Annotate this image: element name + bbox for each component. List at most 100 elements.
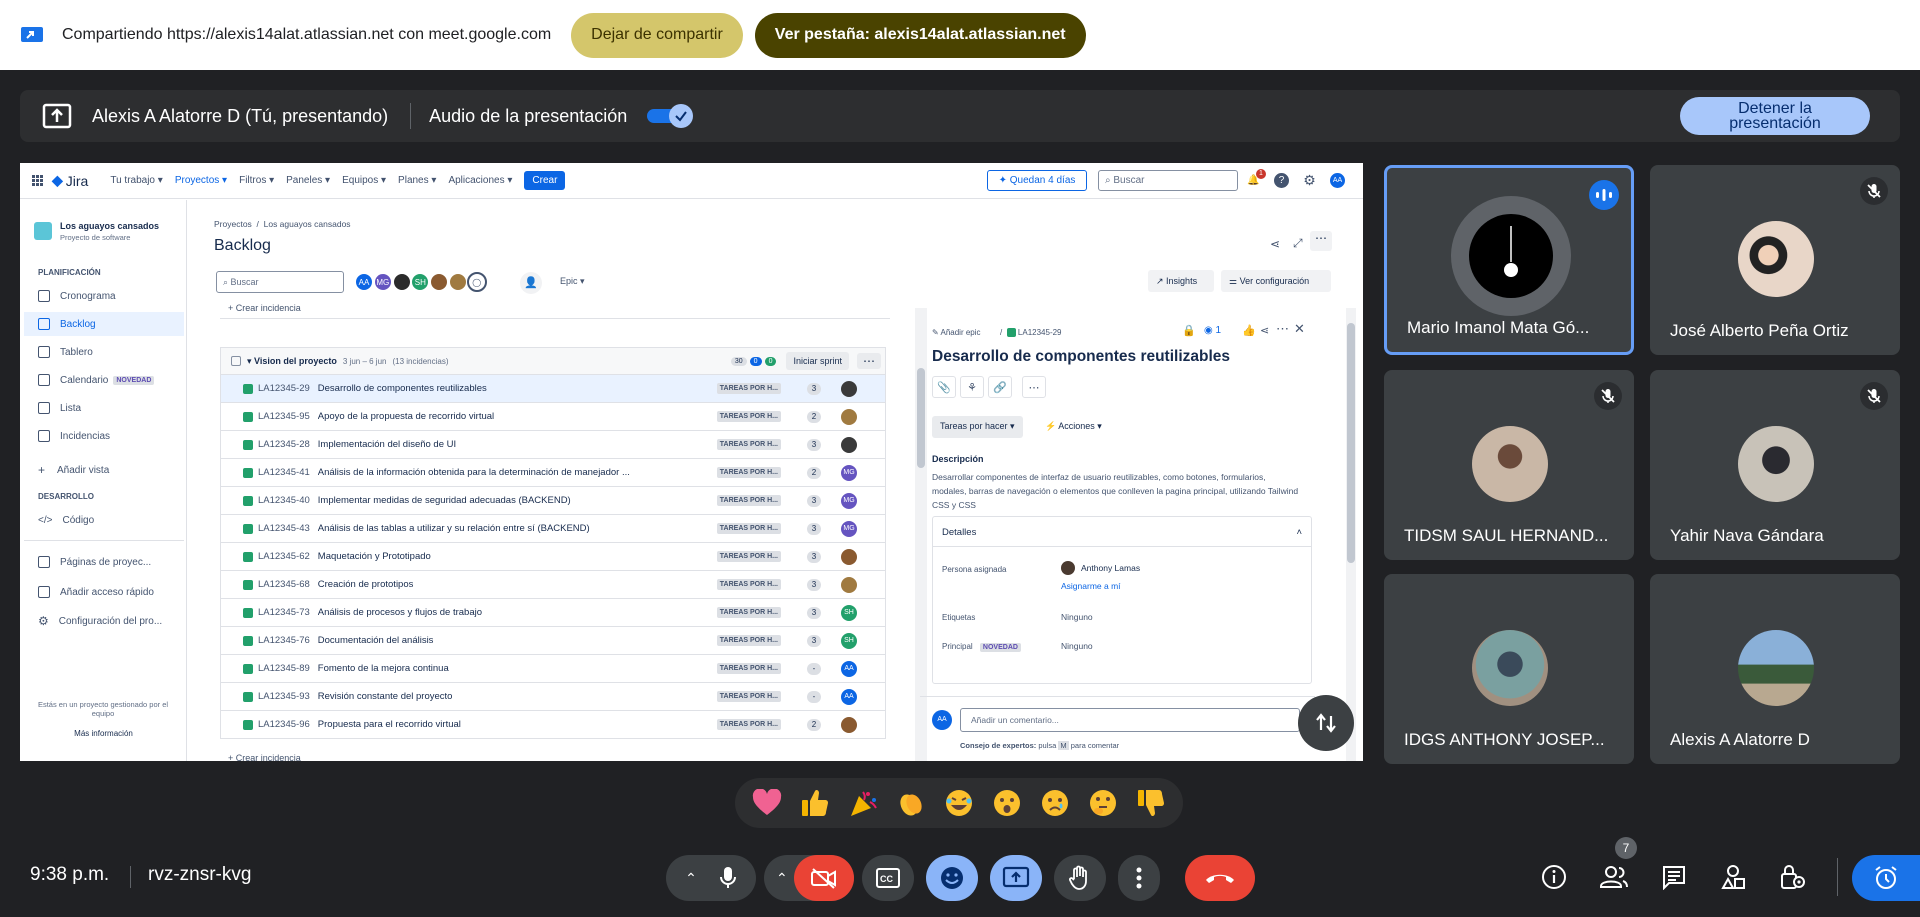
more-info-link[interactable]: Más información [20,729,187,738]
start-sprint-button[interactable]: Iniciar sprint [786,352,849,370]
app-switcher-icon[interactable] [32,174,44,187]
share-icon[interactable]: ⋖ [1260,324,1269,337]
raise-hand-button[interactable] [1054,855,1106,901]
fullscreen-icon[interactable]: ⤢ [1293,236,1303,251]
present-button[interactable] [990,855,1042,901]
issue-key[interactable]: LA12345-96 [258,719,310,730]
leave-call-button[interactable] [1185,855,1255,901]
assignee-avatar[interactable]: MG [841,464,857,481]
issue-key[interactable]: LA12345-89 [258,663,310,674]
issue-key[interactable]: LA12345-28 [258,439,310,450]
assignee-avatar[interactable] [841,408,857,425]
sidebar-item-tablero[interactable]: Tablero [38,340,188,364]
sidebar-item-lista[interactable]: Lista [38,396,188,420]
camera-control[interactable]: ⌃ [764,855,854,901]
issue-summary[interactable]: Documentación del análisis [318,635,717,646]
share-icon[interactable]: ⋖ [1270,237,1280,251]
view-settings-button[interactable]: ⚌ Ver configuración [1221,270,1331,292]
sidebar-item-project-settings[interactable]: ⚙ Configuración del pro... [38,609,188,633]
issue-title[interactable]: Desarrollo de componentes reutilizables [932,348,1230,366]
status-badge[interactable]: TAREAS POR H... [716,495,781,506]
sidebar-item-project-pages[interactable]: Páginas de proyec... [38,550,188,574]
gear-icon[interactable]: ⚙ [1302,172,1317,188]
more-icon[interactable]: ⋯ [1022,376,1046,398]
story-points[interactable]: 3 [807,438,821,451]
table-row[interactable]: LA12345-73 Análisis de procesos y flujos … [220,599,886,627]
issue-summary[interactable]: Desarrollo de componentes reutilizables [318,383,717,394]
details-header[interactable]: Detalles ˄ [933,517,1311,547]
participant-tile-4[interactable]: Yahir Nava Gándara [1650,370,1900,560]
view-tab-button[interactable]: Ver pestaña: alexis14alat.atlassian.net [754,12,1086,58]
chevron-up-icon[interactable]: ⌃ [776,870,788,887]
sidebar-item-backlog[interactable]: Backlog [24,312,184,336]
assignee-avatar[interactable] [841,380,857,397]
issue-key[interactable]: LA12345-76 [258,635,310,646]
story-points[interactable]: 3 [807,494,821,507]
status-badge[interactable]: TAREAS POR H... [716,579,781,590]
labels-value[interactable]: Ninguno [1061,612,1093,622]
help-icon[interactable]: ? [1274,173,1289,188]
timer-button[interactable] [1852,855,1920,901]
reactions-button[interactable] [926,855,978,901]
avatar[interactable] [429,272,450,292]
avatar[interactable]: MG [372,272,393,292]
issue-summary[interactable]: Creación de prototipos [318,579,717,590]
attach-icon[interactable]: 📎 [932,376,956,398]
story-points[interactable]: 3 [807,550,821,563]
status-badge[interactable]: TAREAS POR H... [716,691,781,702]
trial-button[interactable]: ✦ Quedan 4 días [987,170,1087,191]
watch-icon[interactable]: ◉ 1 [1204,325,1221,336]
avatar[interactable]: ◯ [466,272,487,292]
reaction-thumbs-down[interactable] [1133,785,1169,821]
issue-summary[interactable]: Análisis de la información obtenida para… [318,467,717,478]
nav-proyectos[interactable]: Proyectos ▾ [175,175,227,186]
actions-dropdown[interactable]: ⚡ Acciones ▾ [1045,421,1102,432]
sidebar-item-cronograma[interactable]: Cronograma [38,284,188,308]
create-button[interactable]: Crear [524,171,566,190]
participant-tile-3[interactable]: TIDSM SAUL HERNAND... [1384,370,1634,560]
swap-view-button[interactable] [1298,695,1354,751]
assign-to-me-link[interactable]: Asignarme a mí [1061,581,1121,591]
assignee-avatar[interactable]: SH [841,604,857,621]
assignee-avatar[interactable] [841,436,857,453]
assignee-avatar[interactable] [841,576,857,593]
issue-key[interactable]: LA12345-40 [258,495,310,506]
nav-filtros[interactable]: Filtros ▾ [239,175,274,186]
close-icon[interactable]: ✕ [1294,321,1305,337]
status-badge[interactable]: TAREAS POR H... [716,635,781,646]
assignee-avatar[interactable]: AA [841,688,857,705]
participant-tile-1[interactable]: Mario Imanol Mata Gó... [1384,165,1634,355]
story-points[interactable]: 2 [807,410,821,423]
assignee-avatar[interactable] [841,548,857,565]
issue-summary[interactable]: Análisis de procesos y flujos de trabajo [318,607,717,618]
issue-summary[interactable]: Implementación del diseño de UI [318,439,717,450]
participant-tile-6[interactable]: Alexis A Alatorre D [1650,574,1900,764]
table-row[interactable]: LA12345-96 Propuesta para el recorrido vi… [220,711,886,739]
table-row[interactable]: LA12345-62 Maquetación y Prototipado TAREA… [220,543,886,571]
reaction-clap[interactable] [893,785,929,821]
breadcrumb-proyectos[interactable]: Proyectos [214,219,252,229]
assignee-field[interactable]: Anthony Lamas [1061,561,1140,575]
table-row[interactable]: LA12345-89 Fomento de la mejora continua T… [220,655,886,683]
reaction-thumbs-up[interactable] [797,785,833,821]
avatar[interactable] [447,272,468,292]
table-row[interactable]: LA12345-76 Documentación del análisis TARE… [220,627,886,655]
status-badge[interactable]: TAREAS POR H... [716,411,781,422]
reaction-sad[interactable] [1037,785,1073,821]
story-points[interactable]: 3 [807,522,821,535]
issue-key[interactable]: LA12345-93 [258,691,310,702]
table-row[interactable]: LA12345-93 Revisión constante del proyect… [220,683,886,711]
chat-icon[interactable] [1656,859,1692,895]
status-badge[interactable]: TAREAS POR H... [716,383,781,394]
table-row[interactable]: LA12345-41 Análisis de la información obt… [220,459,886,487]
jira-logo[interactable]: ◆ Jira [52,172,88,189]
jira-search-input[interactable]: ⌕ Buscar [1098,170,1238,191]
more-icon[interactable]: ⋯ [1310,231,1332,251]
microphone-icon[interactable] [719,866,737,890]
avatar[interactable] [391,272,412,292]
table-row[interactable]: LA12345-43 Análisis de las tablas a utili… [220,515,886,543]
captions-button[interactable]: CC [862,855,914,901]
reaction-heart[interactable] [749,785,785,821]
table-row[interactable]: LA12345-28 Implementación del diseño de U… [220,431,886,459]
principal-value[interactable]: Ninguno [1061,641,1093,651]
